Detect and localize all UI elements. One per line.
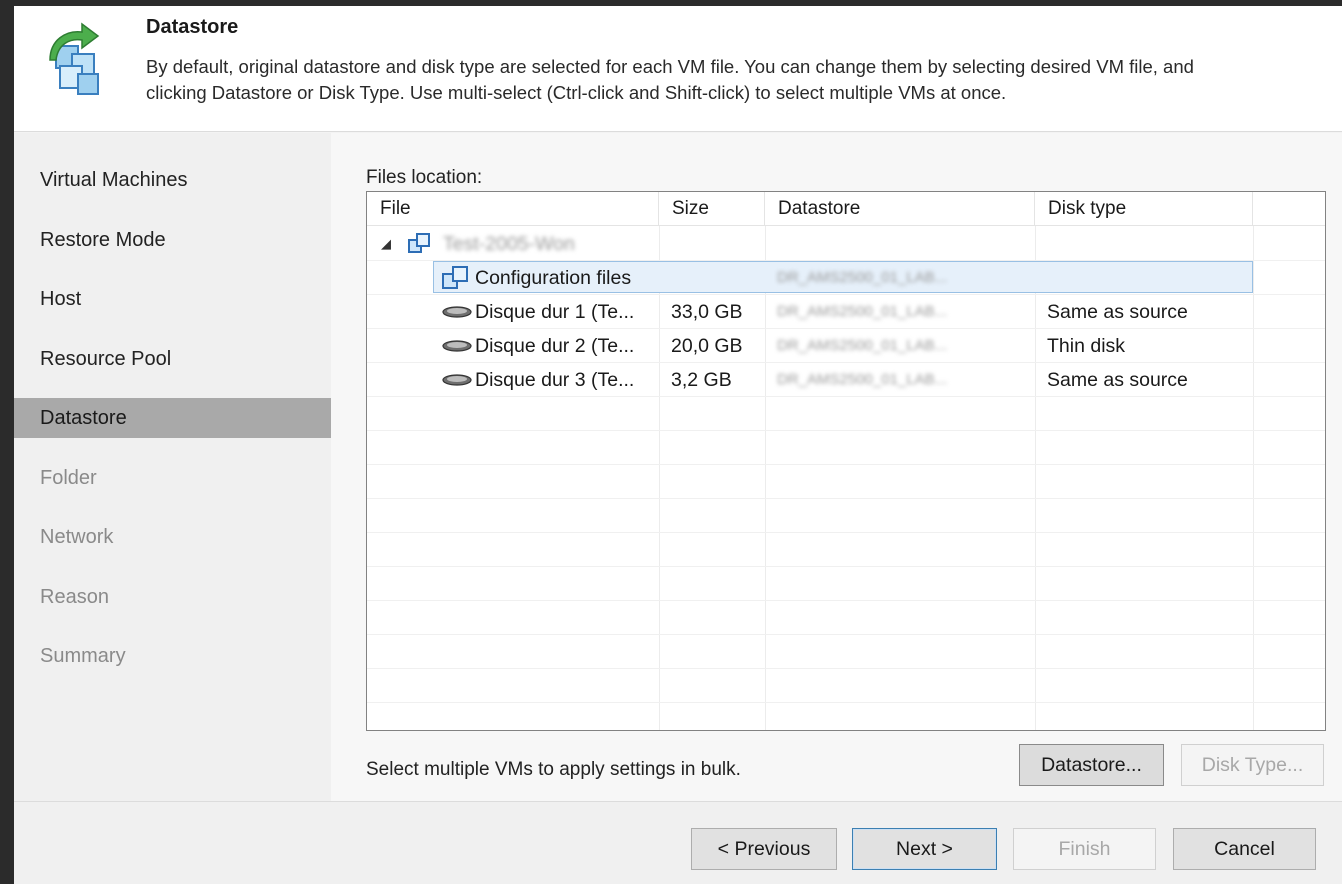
- file-name: Disque dur 2 (Te...: [475, 335, 635, 357]
- step-network: Network: [40, 526, 114, 548]
- vm-name: Test-2005-Won: [443, 233, 575, 255]
- vm-files-icon: [442, 266, 468, 289]
- file-size: 3,2 GB: [671, 369, 732, 391]
- disk-type-button[interactable]: Disk Type...: [1181, 744, 1324, 786]
- restore-wizard-window: Datastore By default, original datastore…: [14, 6, 1342, 884]
- wizard-header: Datastore By default, original datastore…: [14, 6, 1342, 132]
- empty-row: [367, 601, 1325, 635]
- step-restore-mode[interactable]: Restore Mode: [14, 220, 331, 260]
- empty-row: [367, 431, 1325, 465]
- table-row[interactable]: Disque dur 3 (Te... 3,2 GB DR_AMS2500_01…: [367, 363, 1325, 397]
- file-name: Configuration files: [475, 267, 632, 289]
- column-size[interactable]: Size: [659, 192, 765, 226]
- column-disk-type[interactable]: Disk type: [1035, 192, 1253, 226]
- finish-button[interactable]: Finish: [1013, 828, 1156, 870]
- step-summary: Summary: [40, 645, 126, 667]
- table-row[interactable]: Disque dur 2 (Te... 20,0 GB DR_AMS2500_0…: [367, 329, 1325, 363]
- hard-disk-icon: [442, 340, 472, 352]
- file-size: 33,0 GB: [671, 301, 743, 323]
- files-grid[interactable]: File Size Datastore Disk type ◢ Test-200…: [366, 191, 1326, 731]
- file-name: Disque dur 3 (Te...: [475, 369, 635, 391]
- empty-row: [367, 397, 1325, 431]
- file-datastore: DR_AMS2500_01_LAB...: [777, 371, 948, 388]
- empty-row: [367, 533, 1325, 567]
- bulk-hint: Select multiple VMs to apply settings in…: [366, 759, 741, 780]
- empty-row: [367, 465, 1325, 499]
- file-disk-type: Thin disk: [1047, 335, 1126, 357]
- step-folder: Folder: [40, 467, 97, 489]
- table-row[interactable]: Configuration files DR_AMS2500_01_LAB...: [367, 261, 1325, 295]
- previous-button[interactable]: < Previous: [691, 828, 837, 870]
- grid-header: File Size Datastore Disk type: [367, 192, 1325, 226]
- vm-restore-icon: [49, 22, 100, 95]
- file-datastore: DR_AMS2500_01_LAB...: [777, 337, 948, 354]
- vm-group-icon: [408, 233, 430, 253]
- table-row[interactable]: Disque dur 1 (Te... 33,0 GB DR_AMS2500_0…: [367, 295, 1325, 329]
- wizard-content: Files location: File Size Datastore Disk…: [331, 133, 1342, 801]
- column-file[interactable]: File: [367, 192, 659, 226]
- hard-disk-icon: [442, 374, 472, 386]
- empty-row: [367, 703, 1325, 730]
- file-datastore: DR_AMS2500_01_LAB...: [777, 303, 948, 320]
- wizard-steps-nav: Virtual Machines Restore Mode Host Resou…: [14, 133, 331, 801]
- expand-collapse-icon[interactable]: ◢: [381, 227, 391, 261]
- file-size: 20,0 GB: [671, 335, 743, 357]
- empty-row: [367, 499, 1325, 533]
- wizard-footer: < Previous Next > Finish Cancel: [14, 801, 1342, 884]
- file-datastore: DR_AMS2500_01_LAB...: [777, 269, 948, 286]
- next-button[interactable]: Next >: [852, 828, 997, 870]
- step-datastore[interactable]: Datastore: [14, 398, 331, 438]
- empty-row: [367, 567, 1325, 601]
- step-virtual-machines[interactable]: Virtual Machines: [14, 160, 331, 200]
- step-reason: Reason: [40, 586, 109, 608]
- step-resource-pool[interactable]: Resource Pool: [14, 339, 331, 379]
- empty-row: [367, 635, 1325, 669]
- datastore-button[interactable]: Datastore...: [1019, 744, 1164, 786]
- empty-row: [367, 669, 1325, 703]
- page-title: Datastore: [146, 16, 239, 38]
- files-location-label: Files location:: [366, 167, 483, 188]
- page-description: By default, original datastore and disk …: [146, 56, 1194, 103]
- cancel-button[interactable]: Cancel: [1173, 828, 1316, 870]
- file-disk-type: Same as source: [1047, 301, 1188, 323]
- vm-node-row[interactable]: ◢ Test-2005-Won: [367, 227, 1325, 261]
- column-datastore[interactable]: Datastore: [765, 192, 1035, 226]
- file-disk-type: Same as source: [1047, 369, 1188, 391]
- file-name: Disque dur 1 (Te...: [475, 301, 635, 323]
- hard-disk-icon: [442, 306, 472, 318]
- step-host[interactable]: Host: [14, 279, 331, 319]
